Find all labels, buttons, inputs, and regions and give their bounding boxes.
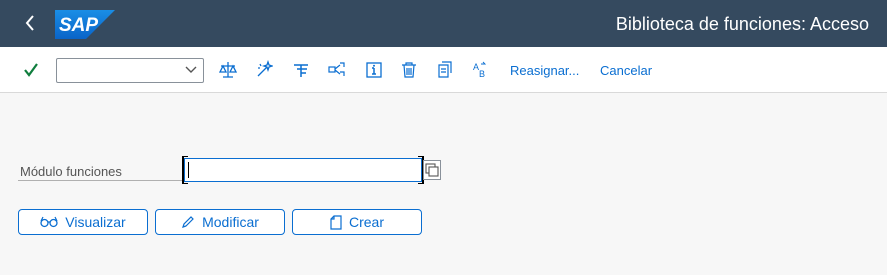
pencil-icon (182, 216, 194, 228)
shell-bar: SAP Biblioteca de funciones: Acceso (0, 0, 887, 47)
hierarchy-icon[interactable] (292, 60, 310, 80)
label-underline (18, 180, 184, 181)
change-button[interactable]: Modificar (155, 209, 285, 235)
back-icon[interactable] (20, 12, 42, 34)
value-help-icon[interactable] (423, 160, 441, 180)
new-document-icon (330, 214, 342, 230)
change-button-label: Modificar (202, 214, 259, 230)
magic-wand-icon[interactable] (255, 59, 275, 80)
glasses-icon (40, 216, 58, 228)
trash-icon[interactable] (400, 60, 418, 80)
logo-text: SAP (59, 15, 98, 36)
page-title: Biblioteca de funciones: Acceso (615, 14, 869, 34)
text-caret (188, 162, 189, 178)
rename-icon[interactable]: AB (472, 60, 490, 80)
chevron-down-icon (185, 66, 197, 73)
where-used-icon[interactable] (328, 60, 346, 80)
create-button-label: Crear (348, 214, 384, 230)
display-button[interactable]: Visualizar (18, 209, 148, 235)
toolbar: AB Reasignar... Cancelar (0, 47, 887, 93)
info-icon[interactable] (365, 60, 383, 80)
display-button-label: Visualizar (65, 214, 126, 230)
reassign-button[interactable]: Reasignar... (510, 63, 579, 78)
balance-scale-icon[interactable] (218, 60, 238, 80)
cancel-button[interactable]: Cancelar (600, 63, 652, 78)
checkmark-icon[interactable] (21, 60, 41, 80)
sap-logo: SAP (55, 10, 115, 39)
command-field[interactable] (56, 58, 204, 83)
module-input[interactable] (184, 158, 422, 182)
create-button[interactable]: Crear (292, 209, 422, 235)
copy-icon[interactable] (436, 60, 454, 80)
module-label: Módulo funciones (20, 164, 122, 179)
svg-text:B: B (479, 69, 485, 79)
